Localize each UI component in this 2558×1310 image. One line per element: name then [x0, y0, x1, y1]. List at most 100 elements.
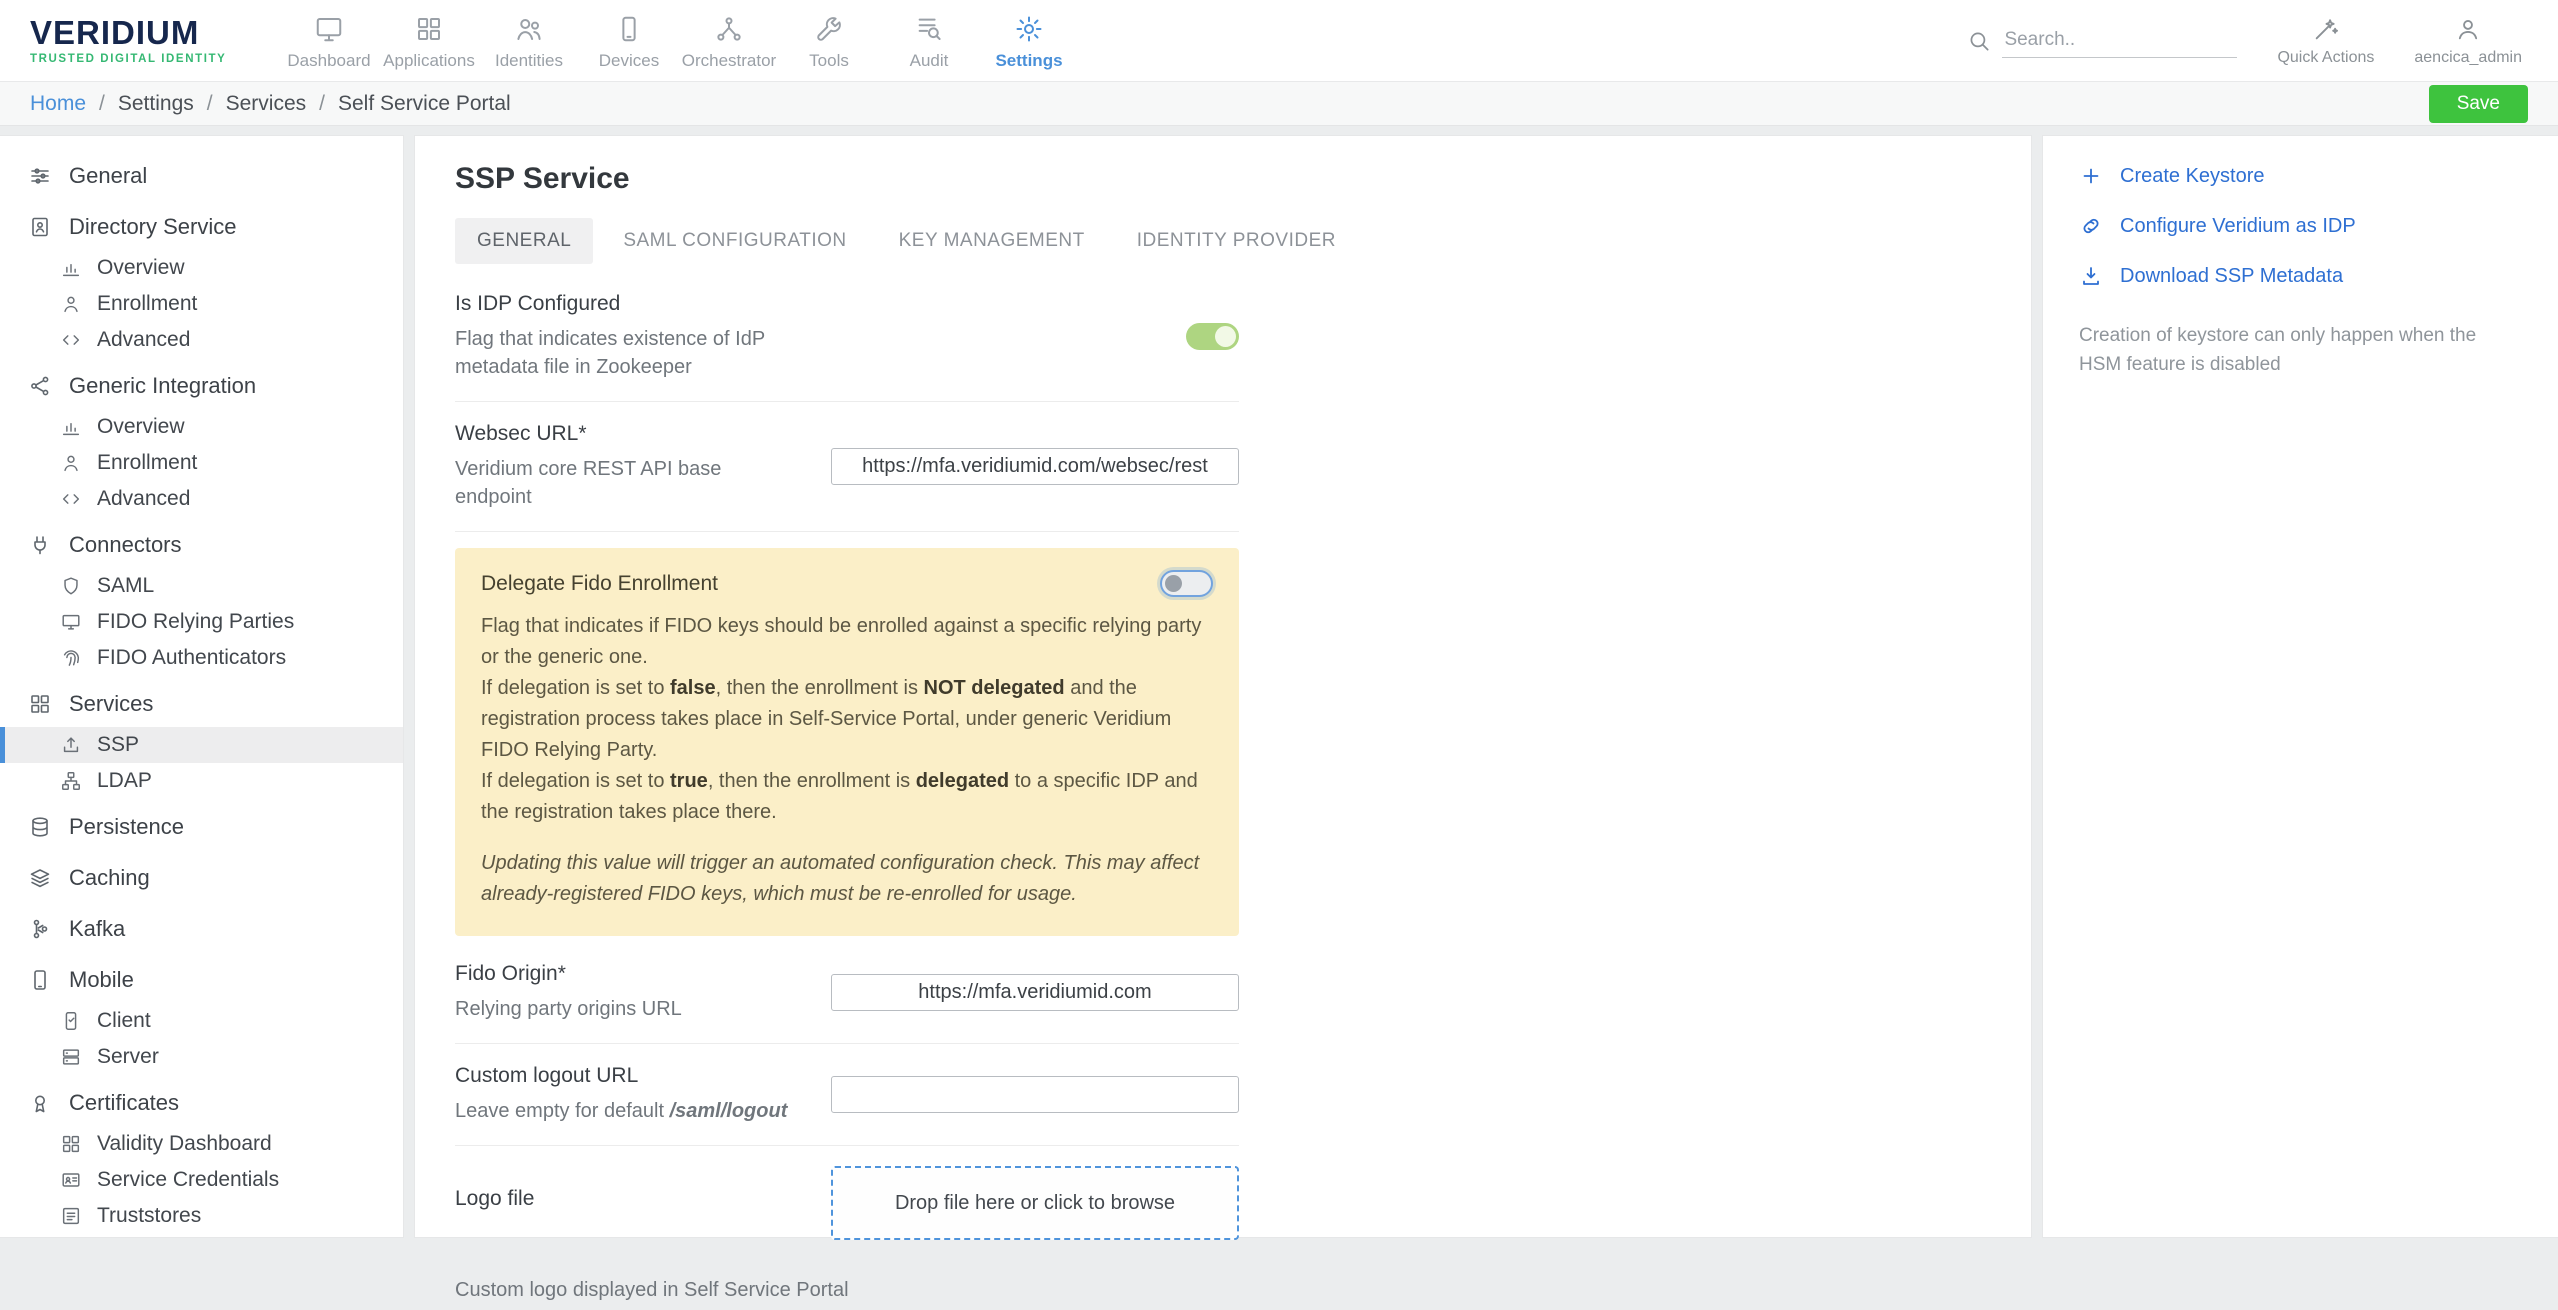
tab-saml-configuration[interactable]: SAML CONFIGURATION	[601, 218, 868, 264]
save-button[interactable]: Save	[2429, 85, 2528, 123]
sidebar-item-fido-authenticators[interactable]: FIDO Authenticators	[0, 640, 403, 676]
chart-icon	[60, 257, 82, 279]
nav-item-audit[interactable]: Audit	[879, 10, 979, 71]
breadcrumb-current-page: Self Service Portal	[338, 92, 511, 116]
sidebar-item-label: Overview	[97, 256, 185, 280]
download-ssp-metadata-link[interactable]: Download SSP Metadata	[2079, 264, 2522, 288]
sidebar-item-mobile-client[interactable]: Client	[0, 1003, 403, 1039]
sidebar-item-mobile[interactable]: Mobile	[0, 957, 403, 1003]
field-label: Custom logout URL	[455, 1064, 801, 1088]
content-area: General Directory Service Overview Enrol…	[0, 126, 2558, 1238]
fingerprint-icon	[60, 647, 82, 669]
sidebar-item-generic-integration[interactable]: Generic Integration	[0, 363, 403, 409]
nav-item-label: Dashboard	[287, 51, 370, 71]
sidebar-item-caching[interactable]: Caching	[0, 855, 403, 901]
nav-item-identities[interactable]: Identities	[479, 10, 579, 71]
sidebar-item-truststores[interactable]: Truststores	[0, 1198, 403, 1234]
quick-actions[interactable]: Quick Actions	[2277, 15, 2374, 67]
custom-logout-url-input[interactable]	[831, 1076, 1239, 1113]
field-description: Veridium core REST API base endpoint	[455, 455, 801, 511]
sidebar-item-label: SSP	[97, 733, 139, 757]
veridium-logo[interactable]: VERIDIUM TRUSTED DIGITAL IDENTITY	[30, 16, 265, 65]
sidebar-item-ds-overview[interactable]: Overview	[0, 250, 403, 286]
delegate-fido-enrollment-toggle[interactable]	[1160, 570, 1213, 597]
nav-item-label: Devices	[599, 51, 659, 71]
sidebar-item-ds-enrollment[interactable]: Enrollment	[0, 286, 403, 322]
sidebar-item-ds-advanced[interactable]: Advanced	[0, 322, 403, 358]
sidebar-item-connectors[interactable]: Connectors	[0, 522, 403, 568]
sidebar-item-persistence[interactable]: Persistence	[0, 804, 403, 850]
sidebar-item-saml[interactable]: SAML	[0, 568, 403, 604]
breadcrumb-settings[interactable]: Settings	[118, 92, 194, 116]
ssp-tabs: GENERAL SAML CONFIGURATION KEY MANAGEMEN…	[455, 218, 1991, 264]
breadcrumb-separator: /	[319, 92, 325, 116]
tab-general[interactable]: GENERAL	[455, 218, 593, 264]
field-label: Fido Origin*	[455, 962, 801, 986]
layers-icon	[28, 866, 52, 890]
sidebar-item-gi-advanced[interactable]: Advanced	[0, 481, 403, 517]
sidebar-item-certificates[interactable]: Certificates	[0, 1080, 403, 1126]
breadcrumb-home[interactable]: Home	[30, 92, 86, 116]
sidebar-item-mobile-server[interactable]: Server	[0, 1039, 403, 1075]
sidebar-item-fido-relying-parties[interactable]: FIDO Relying Parties	[0, 604, 403, 640]
general-settings-form: Is IDP Configured Flag that indicates ex…	[455, 272, 1239, 1310]
fido-origin-input[interactable]	[831, 974, 1239, 1011]
logo-file-dropzone[interactable]: Drop file here or click to browse	[831, 1166, 1239, 1240]
sidebar-item-label: Directory Service	[69, 214, 236, 240]
keystore-hsm-note: Creation of keystore can only happen whe…	[2079, 322, 2489, 379]
nav-item-tools[interactable]: Tools	[779, 10, 879, 71]
sidebar-item-gi-enrollment[interactable]: Enrollment	[0, 445, 403, 481]
app-grid-icon	[414, 14, 444, 44]
sidebar-item-kafka[interactable]: Kafka	[0, 906, 403, 952]
sidebar-item-gi-overview[interactable]: Overview	[0, 409, 403, 445]
sidebar-item-label: Validity Dashboard	[97, 1132, 272, 1156]
link-icon	[2079, 214, 2103, 238]
nav-item-label: Applications	[383, 51, 475, 71]
nav-item-orchestrator[interactable]: Orchestrator	[679, 10, 779, 71]
configure-veridium-as-idp-link[interactable]: Configure Veridium as IDP	[2079, 214, 2522, 238]
sidebar-item-service-credentials[interactable]: Service Credentials	[0, 1162, 403, 1198]
download-icon	[2079, 264, 2103, 288]
share-nodes-icon	[28, 374, 52, 398]
nav-item-label: Identities	[495, 51, 563, 71]
phone-check-icon	[60, 1010, 82, 1032]
chart-icon	[60, 416, 82, 438]
is-idp-configured-toggle[interactable]	[1186, 323, 1239, 350]
breadcrumb-services[interactable]: Services	[226, 92, 307, 116]
sidebar-item-signing-keystore[interactable]: Signing Keystore	[0, 1234, 403, 1238]
sidebar-item-label: Connectors	[69, 532, 182, 558]
code-icon	[60, 488, 82, 510]
nav-item-label: Orchestrator	[682, 51, 776, 71]
field-label: Is IDP Configured	[455, 292, 801, 316]
sidebar-item-label: Client	[97, 1009, 151, 1033]
sidebar-item-label: LDAP	[97, 769, 152, 793]
nav-item-applications[interactable]: Applications	[379, 10, 479, 71]
websec-url-input[interactable]	[831, 448, 1239, 485]
sidebar-item-directory-service[interactable]: Directory Service	[0, 204, 403, 250]
sidebar-item-ldap[interactable]: LDAP	[0, 763, 403, 799]
create-keystore-link[interactable]: Create Keystore	[2079, 164, 2522, 188]
field-logo-file: Logo file Drop file here or click to bro…	[455, 1146, 1239, 1260]
nav-item-settings[interactable]: Settings	[979, 10, 1079, 71]
sidebar-item-ssp[interactable]: SSP	[0, 727, 403, 763]
user-menu[interactable]: aencica_admin	[2414, 15, 2522, 67]
tools-wrench-icon	[814, 14, 844, 44]
brand-tagline: TRUSTED DIGITAL IDENTITY	[30, 53, 265, 65]
nav-item-devices[interactable]: Devices	[579, 10, 679, 71]
settings-sidebar: General Directory Service Overview Enrol…	[0, 135, 404, 1238]
top-navigation: VERIDIUM TRUSTED DIGITAL IDENTITY Dashbo…	[0, 0, 2558, 82]
sidebar-item-validity-dashboard[interactable]: Validity Dashboard	[0, 1126, 403, 1162]
tab-identity-provider[interactable]: IDENTITY PROVIDER	[1115, 218, 1358, 264]
sidebar-item-label: Mobile	[69, 967, 134, 993]
search-input[interactable]	[2002, 23, 2237, 58]
sidebar-item-label: Enrollment	[97, 451, 197, 475]
tab-key-management[interactable]: KEY MANAGEMENT	[877, 218, 1107, 264]
field-description: Relying party origins URL	[455, 995, 801, 1023]
sidebar-item-label: Caching	[69, 865, 150, 891]
sidebar-item-general[interactable]: General	[0, 153, 403, 199]
id-card-icon	[60, 1169, 82, 1191]
nav-item-dashboard[interactable]: Dashboard	[279, 10, 379, 71]
field-fido-origin: Fido Origin* Relying party origins URL	[455, 942, 1239, 1044]
sidebar-item-services[interactable]: Services	[0, 681, 403, 727]
sidebar-item-label: Enrollment	[97, 292, 197, 316]
